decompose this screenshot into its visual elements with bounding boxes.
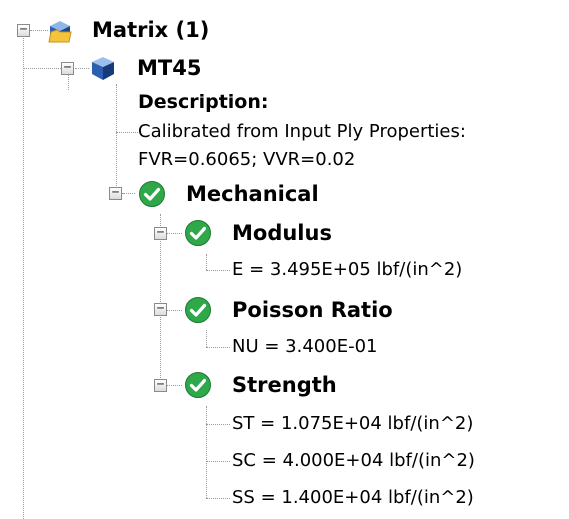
modulus-value: E = 3.495E+05 lbf/(in^2) — [232, 259, 463, 280]
green-check-icon — [185, 372, 211, 398]
tree-guide-line — [206, 254, 207, 270]
poisson-ratio-collapse-toggle[interactable]: − — [154, 302, 167, 316]
modulus-node-label[interactable]: Modulus — [232, 219, 332, 247]
tree-guide-line — [68, 75, 69, 90]
tree-guide-line — [75, 68, 89, 69]
description-line-2: FVR=0.6065; VVR=0.02 — [138, 149, 356, 170]
green-check-icon — [185, 297, 211, 323]
strength-compression-value: SC = 4.000E+04 lbf/(in^2) — [232, 450, 475, 471]
material-cube-icon — [92, 57, 114, 80]
description-line-1: Calibrated from Input Ply Properties: — [138, 121, 466, 142]
modulus-collapse-toggle[interactable]: − — [154, 226, 167, 240]
tree-guide-line — [167, 385, 182, 386]
tree-guide-line — [206, 424, 230, 425]
tree-guide-line — [206, 406, 207, 498]
tree-guide-line — [167, 233, 182, 234]
strength-tension-value: ST = 1.075E+04 lbf/(in^2) — [232, 413, 474, 434]
tree-guide-line — [116, 84, 117, 190]
poisson-ratio-value: NU = 3.400E-01 — [232, 336, 378, 357]
strength-collapse-toggle[interactable]: − — [154, 378, 167, 392]
tree-guide-line — [206, 270, 230, 271]
green-check-icon — [139, 181, 165, 207]
tree-guide-line — [23, 68, 61, 69]
tree-guide-line — [206, 347, 230, 348]
tree-guide-line — [206, 498, 230, 499]
mt45-collapse-toggle[interactable]: − — [61, 61, 74, 75]
matrix-node-label[interactable]: Matrix (1) — [92, 16, 209, 44]
poisson-ratio-node-label[interactable]: Poisson Ratio — [232, 296, 393, 324]
strength-node-label[interactable]: Strength — [232, 371, 337, 399]
green-check-icon — [185, 220, 211, 246]
material-tree: − Matrix (1) − MT45 Description: Calibra… — [0, 0, 569, 519]
tree-guide-line — [116, 132, 138, 133]
folder-cube-icon — [48, 21, 72, 43]
mechanical-collapse-toggle[interactable]: − — [109, 186, 122, 200]
strength-shear-value: SS = 1.400E+04 lbf/(in^2) — [232, 487, 474, 508]
mechanical-node-label[interactable]: Mechanical — [186, 180, 319, 208]
matrix-collapse-toggle[interactable]: − — [17, 23, 30, 37]
tree-guide-line — [206, 461, 230, 462]
mt45-node-label[interactable]: MT45 — [137, 54, 201, 82]
tree-guide-line — [23, 38, 24, 519]
tree-guide-line — [206, 330, 207, 347]
tree-guide-line — [123, 193, 135, 194]
tree-guide-line — [167, 310, 182, 311]
description-heading: Description: — [138, 91, 269, 113]
